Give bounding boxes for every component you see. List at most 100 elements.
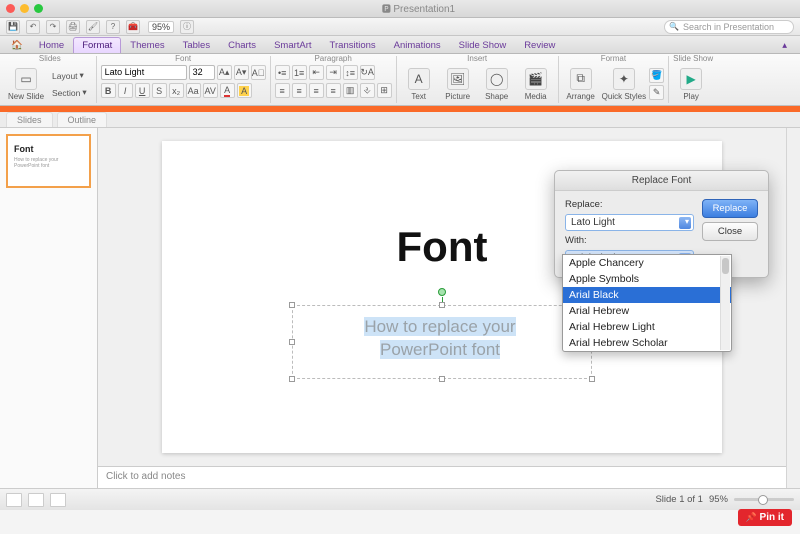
outdent-icon[interactable]: ⇤ [309,65,324,80]
font-name-select[interactable]: Lato Light [101,65,187,80]
dropdown-option-selected[interactable]: Arial Black [563,287,731,303]
tab-tables[interactable]: Tables [174,37,219,53]
arrange-button[interactable]: ⧉Arrange [563,68,599,101]
dropdown-option[interactable]: Apple Chancery [563,255,731,271]
dropdown-option[interactable]: Apple Symbols [563,271,731,287]
fill-icon[interactable]: 🪣 [649,68,664,83]
dropdown-option[interactable]: Arial Hebrew Light [563,319,731,335]
media-button[interactable]: 🎬Media [518,68,554,101]
vertical-scrollbar[interactable] [786,128,800,488]
thumb-subtitle: How to replace your PowerPoint font [14,158,83,169]
superscript-button[interactable]: Aa [186,83,201,98]
zoom-window-button[interactable] [34,4,43,13]
font-color-icon[interactable]: A [220,83,235,98]
close-window-button[interactable] [6,4,15,13]
with-label: With: [565,235,694,246]
tab-home[interactable]: Home [30,37,73,53]
resize-handle[interactable] [589,376,595,382]
strike-button[interactable]: S [152,83,167,98]
resize-handle[interactable] [289,302,295,308]
italic-button[interactable]: I [118,83,133,98]
help-button-icon[interactable]: ⓘ [180,20,194,34]
charspacing-button[interactable]: AV [203,83,218,98]
subtitle-text[interactable]: How to replace your PowerPoint font [313,316,567,362]
numbering-icon[interactable]: 1≡ [292,65,307,80]
dropdown-option[interactable]: Arial Hebrew [563,303,731,319]
group-label-insert: Insert [401,54,554,63]
replace-button[interactable]: Replace [702,199,758,218]
highlight-icon[interactable]: A [237,83,252,98]
clear-format-icon[interactable]: A⃠ [251,65,266,80]
notes-pane[interactable]: Click to add notes [98,466,786,488]
align-center-icon[interactable]: ≡ [292,83,307,98]
tab-format[interactable]: Format [73,37,121,53]
group-font: Font Lato Light 32 A▴ A▾ A⃠ B I U S x₂ A… [97,56,271,103]
dropdown-option[interactable]: Arial Hebrew Scholar [563,335,731,351]
redo-icon[interactable]: ↷ [46,20,60,34]
group-format: Format ⧉Arrange ✦Quick Styles 🪣 ✎ [559,56,669,103]
tab-slideshow[interactable]: Slide Show [450,37,516,53]
save-icon[interactable]: 💾 [6,20,20,34]
play-button[interactable]: ▶Play [673,68,709,101]
tab-charts[interactable]: Charts [219,37,265,53]
ribbon-tabs: 🏠 Home Format Themes Tables Charts Smart… [0,36,800,54]
tab-animations[interactable]: Animations [385,37,450,53]
justify-icon[interactable]: ≡ [326,83,341,98]
subtitle-textbox[interactable]: How to replace your PowerPoint font [292,305,592,379]
linespacing-icon[interactable]: ↕≡ [343,65,358,80]
textdir-icon[interactable]: ↻A [360,65,375,80]
print-icon[interactable]: 🖨 [66,20,80,34]
slide-thumbnail[interactable]: 1 Font How to replace your PowerPoint fo… [6,134,91,188]
tab-transitions[interactable]: Transitions [321,37,385,53]
layout-button[interactable]: Layout ▾ [47,68,92,83]
font-size-select[interactable]: 32 [189,65,215,80]
tab-review[interactable]: Review [515,37,564,53]
paintbrush-icon[interactable]: 🖌 [86,20,100,34]
indent-icon[interactable]: ⇥ [326,65,341,80]
tab-outline-pane[interactable]: Outline [57,112,108,127]
slideshow-view-icon[interactable] [50,493,66,507]
pin-it-button[interactable]: Pin it [738,509,792,526]
group-slides: Slides ▭New Slide Layout ▾ Section ▾ [4,56,97,103]
underline-button[interactable]: U [135,83,150,98]
decrease-font-icon[interactable]: A▾ [234,65,249,80]
minimize-window-button[interactable] [20,4,29,13]
resize-handle[interactable] [439,376,445,382]
normal-view-icon[interactable] [6,493,22,507]
outline-icon[interactable]: ✎ [649,85,664,100]
zoom-slider[interactable] [734,498,794,501]
section-button[interactable]: Section ▾ [47,85,92,100]
bold-button[interactable]: B [101,83,116,98]
textbox-button[interactable]: AText [401,68,437,101]
shape-button[interactable]: ◯Shape [479,68,515,101]
smartart-convert-icon[interactable]: ⊞ [377,83,392,98]
resize-handle[interactable] [439,302,445,308]
tab-slides-pane[interactable]: Slides [6,112,53,127]
collapse-ribbon-icon[interactable]: ▴ [773,37,796,53]
tab-themes[interactable]: Themes [121,37,173,53]
replace-select[interactable]: Lato Light [565,214,694,231]
quickstyles-button[interactable]: ✦Quick Styles [602,68,646,101]
columns-icon[interactable]: ▥ [343,83,358,98]
subscript-button[interactable]: x₂ [169,83,184,98]
zoom-level[interactable]: 95% [148,21,174,33]
search-input[interactable]: Search in Presentation [664,20,794,34]
increase-font-icon[interactable]: A▴ [217,65,232,80]
bullets-icon[interactable]: •≡ [275,65,290,80]
new-slide-button[interactable]: ▭New Slide [8,68,44,101]
align-text-icon[interactable]: ⎀ [360,83,375,98]
toolbox-icon[interactable]: 🧰 [126,20,140,34]
align-right-icon[interactable]: ≡ [309,83,324,98]
tab-home-icon[interactable]: 🏠 [4,37,30,53]
tab-smartart[interactable]: SmartArt [265,37,320,53]
picture-button[interactable]: 🖼Picture [440,68,476,101]
dropdown-scrollbar[interactable] [720,256,730,350]
rotate-handle[interactable] [438,288,446,296]
resize-handle[interactable] [289,376,295,382]
close-button[interactable]: Close [702,222,758,241]
undo-icon[interactable]: ↶ [26,20,40,34]
help-icon[interactable]: ? [106,20,120,34]
align-left-icon[interactable]: ≡ [275,83,290,98]
resize-handle[interactable] [289,339,295,345]
sorter-view-icon[interactable] [28,493,44,507]
